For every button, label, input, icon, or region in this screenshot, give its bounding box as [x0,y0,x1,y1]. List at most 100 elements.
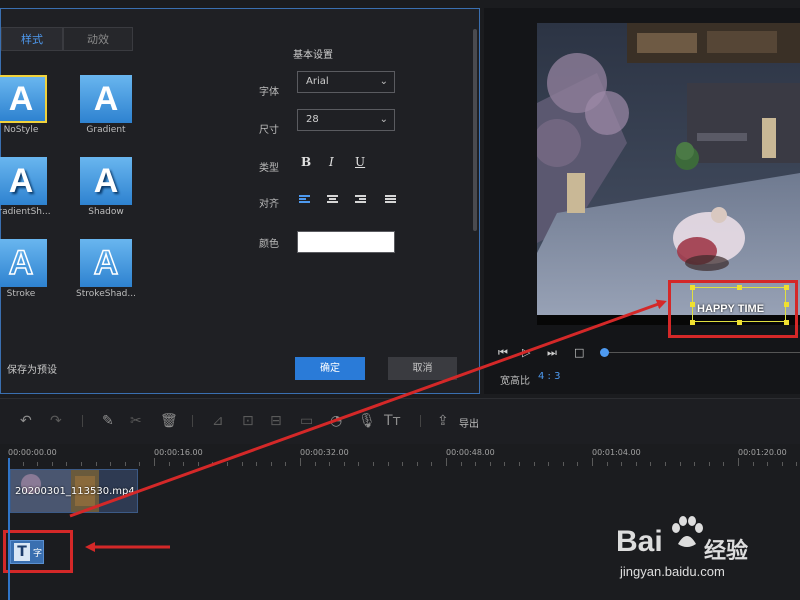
save-preset-button[interactable]: 保存为预设 [1,357,63,380]
ruler-tick [154,458,155,466]
annotation-highlight-text-clip [3,530,73,573]
play-icon[interactable]: ▷ [522,346,530,359]
ruler-tick [51,462,53,466]
annotation-highlight-caption [668,280,798,338]
font-label: 字体 [259,87,279,98]
style-preset-label: NoStyle [3,125,39,135]
video-clip[interactable]: 20200301_113530.mp4 [10,469,138,513]
edit-toolbar: ↶ ↷ ✎ ✂ 🗑 ⊿ ⊡ ⊟ ▭ ◔ 🎙 Tт ⇪ 导出 [0,398,800,444]
style-preview-tile: A [80,75,132,123]
clip-filename: 20200301_113530.mp4 [15,486,135,497]
ruler-tick [796,462,798,466]
style-preset-gradient[interactable]: A Gradient [70,75,142,145]
style-preset-shadow[interactable]: A Shadow [70,157,142,227]
style-preset-nostyle[interactable]: A NoStyle [0,75,57,145]
ruler-tick [504,462,506,466]
ruler-tick [781,462,783,466]
ruler-tick [66,462,68,466]
style-preset-stroke[interactable]: A Stroke [0,239,57,309]
style-preview-tile: A [0,239,47,287]
ruler-tick [183,462,185,466]
ruler-tick [694,462,696,466]
ruler-tick [139,462,141,466]
freeze-frame-icon[interactable]: ▭ [300,413,313,429]
redo-icon[interactable]: ↷ [50,413,62,429]
ruler-tick [22,462,24,466]
ruler-tick [548,462,550,466]
color-picker[interactable] [297,231,395,253]
underline-button[interactable]: U [355,155,365,169]
timeline-playhead[interactable] [8,458,10,600]
align-label: 对齐 [259,199,279,210]
align-right-icon[interactable] [355,195,366,205]
ruler-tick [168,462,170,466]
playback-progress-handle[interactable] [600,348,609,357]
ruler-tick [446,458,447,466]
text-to-speech-icon[interactable]: Tт [384,413,401,429]
ruler-tick [343,462,345,466]
export-icon[interactable]: ⇪ [437,413,449,429]
ruler-tick [329,462,331,466]
font-select[interactable]: Arial ⌄ [297,71,395,93]
watermark-logo: Bai [616,525,663,558]
style-preset-label: StrokeShad... [76,289,136,299]
tab-style[interactable]: 样式 [1,27,63,51]
next-frame-icon[interactable]: ⏭ [547,346,557,360]
ruler-tick [650,462,652,466]
ruler-tick [562,462,564,466]
ruler-time-label: 00:00:16.00 [154,448,203,457]
tab-animation[interactable]: 动效 [63,27,133,51]
export-button[interactable]: 导出 [459,415,479,430]
ruler-tick [679,462,681,466]
style-preset-stroke-shadow[interactable]: A StrokeShad... [70,239,142,309]
ruler-tick [402,462,404,466]
style-preset-gradient-shadow[interactable]: A GradientSh... [0,157,57,227]
style-preview-tile: A [80,239,132,287]
color-label: 颜色 [259,239,279,250]
speed-icon[interactable]: ◔ [330,413,342,429]
ruler-tick [270,462,272,466]
ruler-tick [300,458,301,466]
font-select-value: Arial [306,76,329,87]
ruler-tick [95,462,97,466]
align-left-icon[interactable] [299,195,310,205]
stop-icon[interactable]: □ [574,346,584,359]
ruler-tick [227,462,228,466]
scissors-icon[interactable]: ✂ [130,413,142,429]
playback-progress-track[interactable] [606,352,800,353]
toolbar-divider [82,415,83,427]
aspect-ratio-value[interactable]: 4 : 3 [538,371,560,382]
ruler-tick [241,462,243,466]
trash-icon[interactable]: 🗑 [160,413,178,429]
timeline-ruler[interactable] [8,458,800,466]
pencil-icon[interactable]: ✎ [102,413,114,429]
style-preset-label: Shadow [88,207,124,217]
style-preset-label: Gradient [86,125,126,135]
basic-settings-title: 基本设置 [293,50,333,61]
style-preview-tile: A [80,157,132,205]
align-center-icon[interactable] [327,195,338,205]
undo-icon[interactable]: ↶ [20,413,32,429]
resize-icon[interactable]: ⊡ [242,413,254,429]
type-label: 类型 [259,163,279,174]
video-editor-window: 样式 动效 A NoStyle A Gradient A GradientSh.… [0,0,800,600]
microphone-icon[interactable]: 🎙 [358,413,376,429]
cancel-button[interactable]: 取消 [388,357,457,380]
ruler-tick [665,462,666,466]
align-justify-icon[interactable] [385,195,396,205]
ruler-tick [37,462,39,466]
size-select[interactable]: 28 ⌄ [297,109,395,131]
crop-icon[interactable]: ⊿ [212,413,224,429]
ruler-tick [606,462,608,466]
split-screen-icon[interactable]: ⊟ [270,413,282,429]
ruler-tick [635,462,637,466]
dialog-scrollbar[interactable] [473,29,477,231]
italic-button[interactable]: I [329,155,334,169]
toolbar-divider [192,415,193,427]
prev-frame-icon[interactable]: ⏮ [498,346,508,360]
watermark-logo-suffix: 经验 [704,539,749,564]
bold-button[interactable]: B [301,155,311,169]
ok-button[interactable]: 确定 [295,357,365,380]
ruler-tick [416,462,418,466]
ruler-tick [212,462,214,466]
